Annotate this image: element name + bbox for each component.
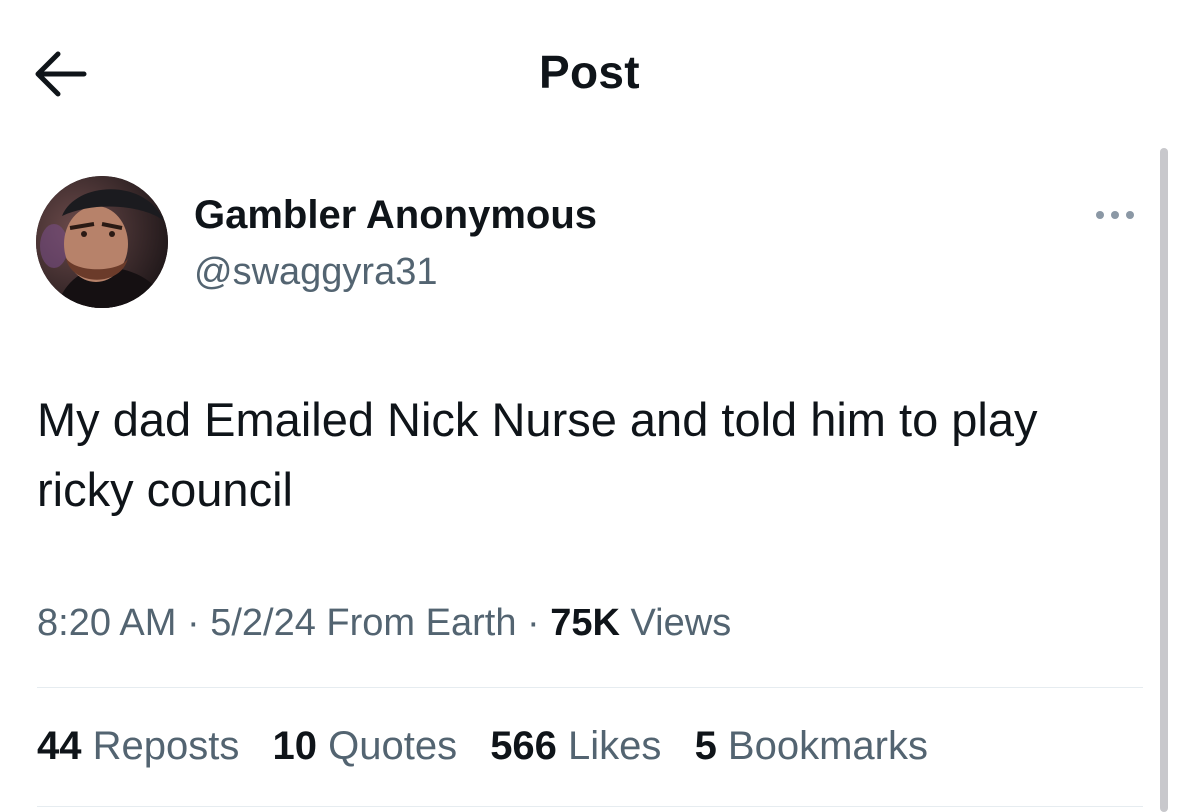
more-dots-icon (1096, 211, 1134, 219)
post-date[interactable]: 5/2/24 (210, 602, 316, 644)
meta-separator: · (176, 602, 211, 644)
author-handle[interactable]: @swaggyra31 (194, 251, 437, 294)
engagement-stats: 44 Reposts 10 Quotes 566 Likes 5 Bookmar… (37, 724, 950, 769)
page-title: Post (539, 46, 640, 98)
quotes-count: 10 (272, 724, 317, 768)
views-label: Views (619, 602, 732, 644)
likes-label: Likes (556, 724, 662, 768)
author-display-name[interactable]: Gambler Anonymous (194, 193, 597, 238)
post-location: From Earth (315, 602, 517, 644)
post-time[interactable]: 8:20 AM (37, 602, 176, 644)
scrollbar[interactable] (1160, 148, 1168, 812)
reposts-stat[interactable]: 44 Reposts (37, 724, 239, 768)
avatar-photo (36, 176, 168, 308)
quotes-label: Quotes (316, 724, 458, 768)
post-meta: 8:20 AM · 5/2/24 From Earth · 75K Views (37, 602, 731, 645)
likes-count: 566 (490, 724, 557, 768)
divider (37, 687, 1143, 688)
reposts-label: Reposts (81, 724, 240, 768)
bookmarks-label: Bookmarks (716, 724, 928, 768)
avatar[interactable] (36, 176, 168, 308)
bookmarks-stat[interactable]: 5 Bookmarks (695, 724, 928, 768)
meta-separator: · (516, 602, 551, 644)
views-count: 75K (550, 602, 620, 644)
quotes-stat[interactable]: 10 Quotes (272, 724, 457, 768)
reposts-count: 44 (37, 724, 82, 768)
likes-stat[interactable]: 566 Likes (490, 724, 661, 768)
top-bar: Post (0, 0, 1179, 150)
bookmarks-count: 5 (694, 724, 717, 768)
more-options-button[interactable] (1090, 200, 1140, 230)
post-text: My dad Emailed Nick Nurse and told him t… (37, 393, 1038, 516)
divider (37, 806, 1143, 807)
